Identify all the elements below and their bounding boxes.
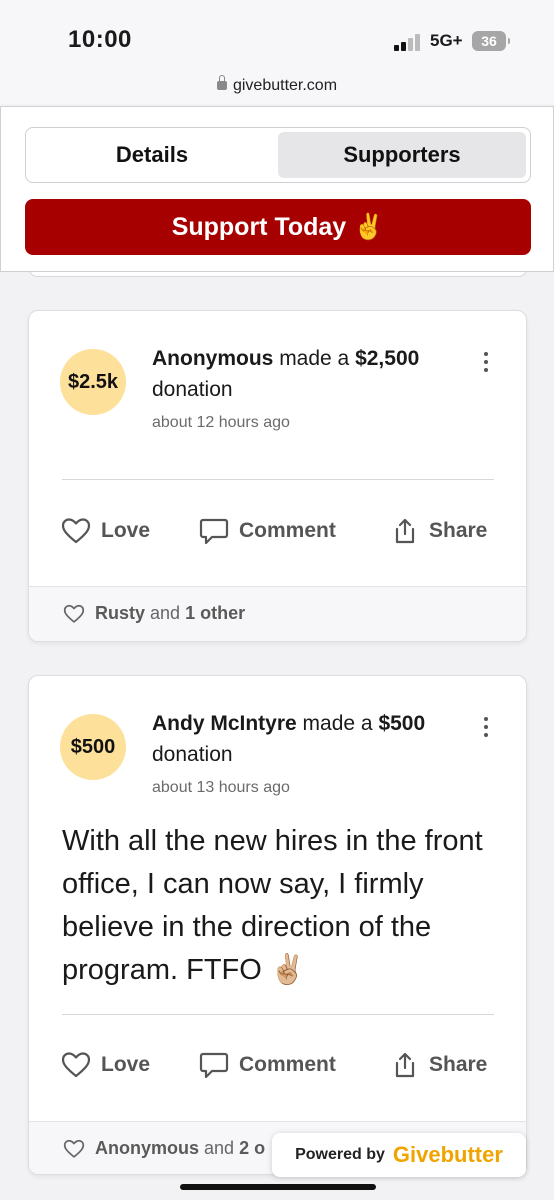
tab-supporters[interactable]: Supporters — [278, 132, 526, 178]
comment-icon — [199, 518, 229, 545]
support-today-button[interactable]: Support Today ✌️ — [25, 199, 531, 255]
love-button[interactable]: Love — [61, 517, 150, 545]
heart-icon — [63, 604, 85, 623]
card-footer[interactable]: Rusty and 1 other — [29, 586, 526, 641]
donation-amount: $500 — [378, 712, 426, 735]
powered-by-text: Powered by — [295, 1146, 385, 1163]
tab-switcher: Details Supporters — [25, 127, 531, 183]
other-likers: 1 other — [185, 603, 246, 623]
donation-card: $2.5k Anonymous made a $2,500 donation a… — [28, 310, 527, 642]
share-label: Share — [429, 519, 488, 542]
donation-message: With all the new hires in the front offi… — [62, 825, 483, 986]
address-bar[interactable]: givebutter.com — [0, 72, 554, 104]
status-bar: 10:00 5G+ 36 — [0, 0, 554, 72]
love-label: Love — [101, 1053, 151, 1076]
donation-headline: Andy McIntyre made a $500 donation — [152, 708, 472, 770]
donation-headline: Anonymous made a $2,500 donation — [152, 343, 472, 405]
divider — [62, 479, 494, 480]
share-icon — [395, 1052, 415, 1078]
heart-icon — [61, 1052, 91, 1078]
share-icon — [395, 518, 415, 544]
donor-name: Andy McIntyre — [152, 712, 297, 735]
likes-summary[interactable]: Rusty and 1 other — [63, 603, 245, 624]
comment-label: Comment — [239, 519, 336, 542]
donor-name: Anonymous — [152, 347, 274, 370]
comment-label: Comment — [239, 1053, 336, 1076]
share-button[interactable]: Share — [391, 1051, 487, 1079]
signal-icon — [394, 33, 424, 51]
donation-avatar: $2.5k — [60, 349, 126, 415]
likes-summary[interactable]: Anonymous and 2 o — [63, 1138, 265, 1159]
support-today-label: Support Today — [171, 213, 347, 241]
givebutter-logo: Givebutter — [392, 1142, 503, 1167]
and-text: and — [204, 1138, 235, 1158]
donation-time: about 13 hours ago — [152, 779, 290, 796]
network-label: 5G+ — [430, 31, 463, 50]
comment-button[interactable]: Comment — [199, 517, 336, 545]
powered-by-badge[interactable]: Powered by Givebutter — [272, 1133, 526, 1177]
made-a-text: made a — [302, 712, 373, 735]
donation-amount: $2,500 — [355, 347, 420, 370]
status-time: 10:00 — [68, 26, 132, 53]
share-button[interactable]: Share — [391, 517, 487, 545]
sticky-header: Details Supporters Support Today ✌️ — [0, 106, 554, 272]
victory-hand-emoji: ✌️ — [353, 213, 385, 241]
kebab-menu-icon[interactable] — [479, 349, 493, 379]
and-text: and — [150, 603, 181, 623]
comment-button[interactable]: Comment — [199, 1051, 336, 1079]
other-likers: 2 o — [239, 1138, 266, 1158]
donation-card: $500 Andy McIntyre made a $500 donation … — [28, 675, 527, 1175]
kebab-menu-icon[interactable] — [479, 714, 493, 744]
home-indicator[interactable] — [180, 1184, 376, 1190]
donation-time: about 12 hours ago — [152, 414, 290, 431]
donation-avatar: $500 — [60, 714, 126, 780]
love-button[interactable]: Love — [61, 1051, 150, 1079]
url-text: givebutter.com — [232, 77, 338, 94]
liker-name: Anonymous — [95, 1138, 200, 1158]
share-label: Share — [429, 1053, 488, 1076]
heart-icon — [61, 518, 91, 544]
lock-icon — [216, 75, 227, 90]
love-label: Love — [101, 519, 151, 542]
heart-icon — [63, 1139, 85, 1158]
divider — [62, 1014, 494, 1015]
made-a-text: made a — [279, 347, 350, 370]
donation-word: donation — [152, 378, 233, 401]
donation-word: donation — [152, 743, 233, 766]
comment-icon — [199, 1052, 229, 1079]
tab-details[interactable]: Details — [30, 132, 274, 178]
battery-icon: 36 — [472, 31, 510, 51]
liker-name: Rusty — [95, 603, 146, 623]
